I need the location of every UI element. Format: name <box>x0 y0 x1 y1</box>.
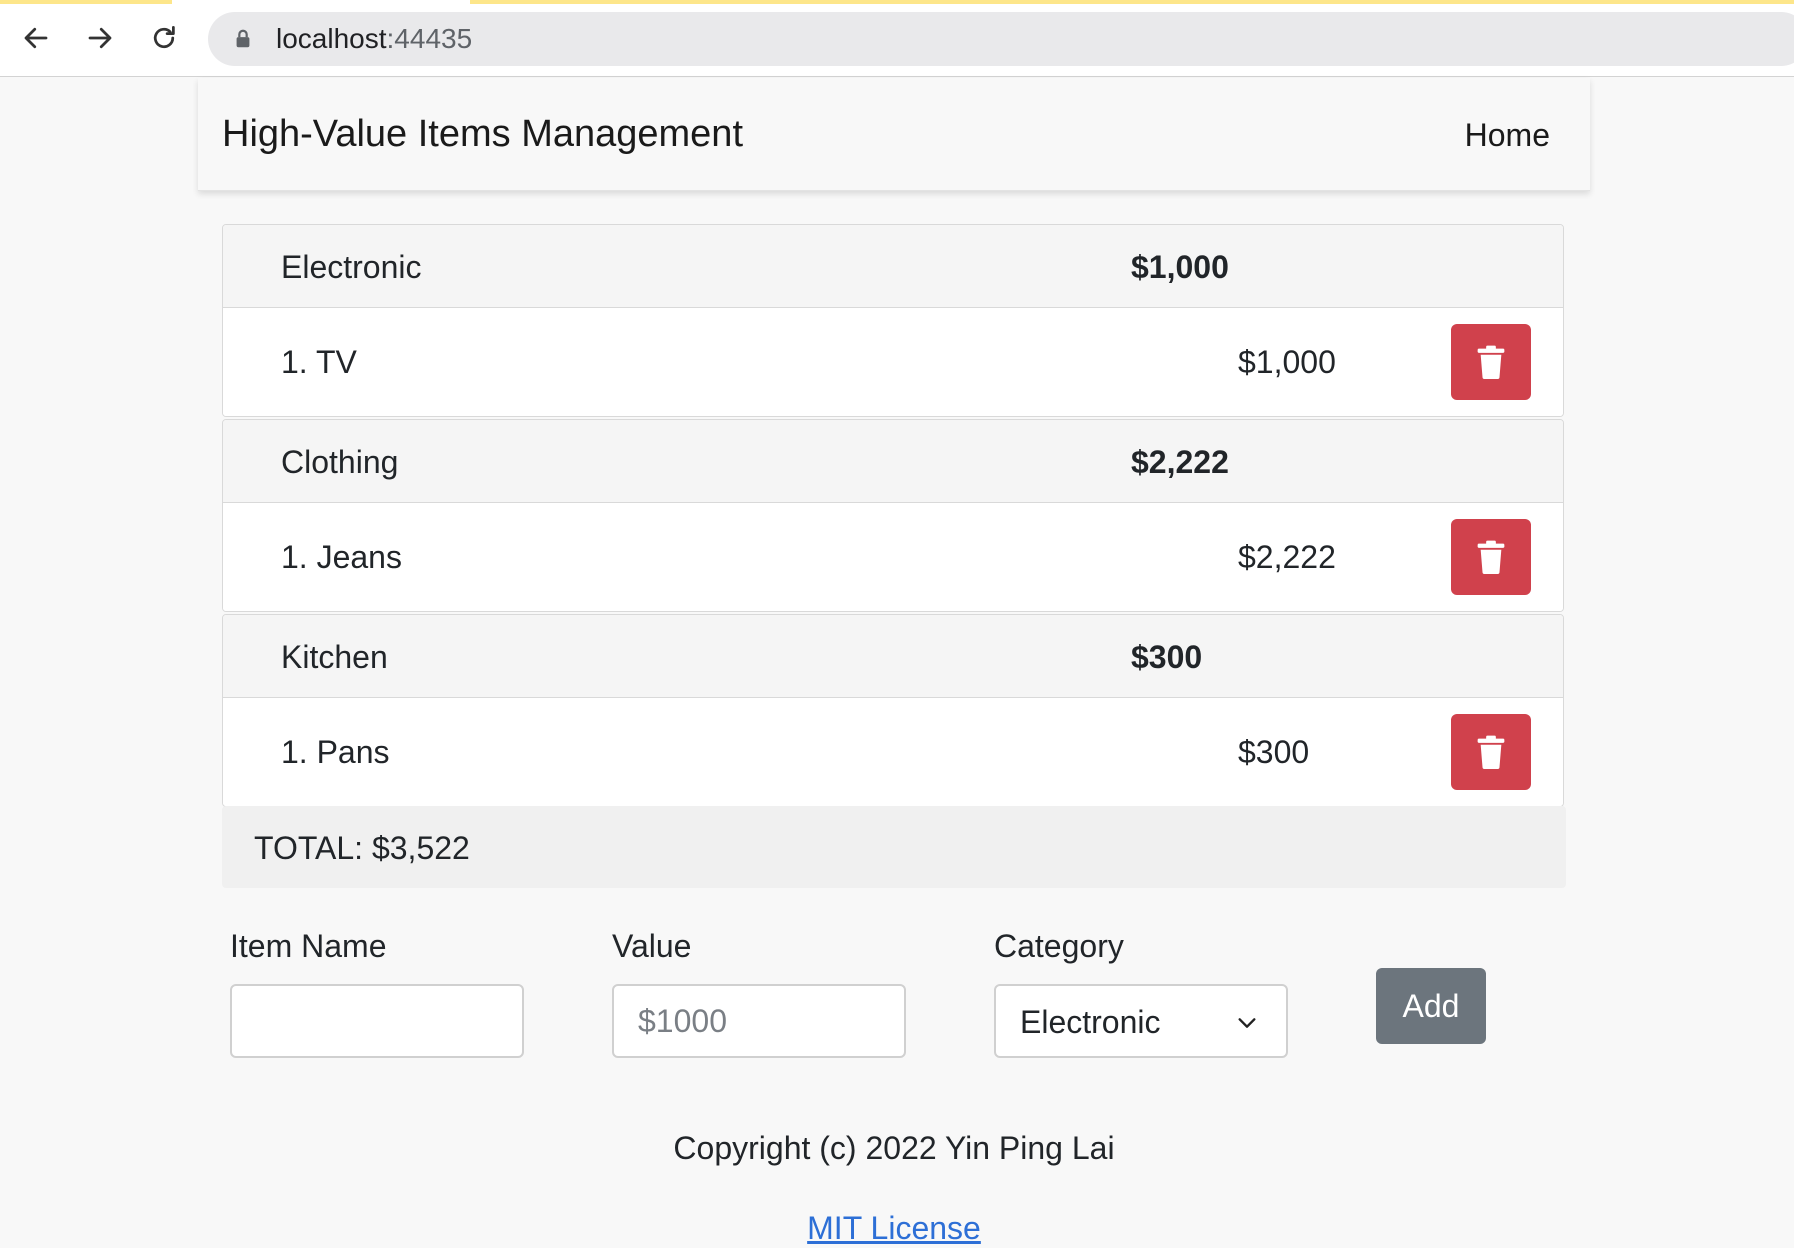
item-value: $300 <box>1238 734 1310 770</box>
mit-license-link[interactable]: MIT License <box>807 1210 981 1246</box>
category-kitchen: Kitchen $300 1. Pans $300 <box>222 614 1564 807</box>
category-name: Clothing <box>281 444 399 480</box>
app-title[interactable]: High-Value Items Management <box>222 112 743 156</box>
browser-toolbar: localhost:44435 <box>0 0 1794 77</box>
category-clothing: Clothing $2,222 1. Jeans $2,222 <box>222 419 1564 612</box>
category-total: $300 <box>1131 639 1203 675</box>
category-header: Kitchen $300 <box>223 615 1563 698</box>
item-name: 1. TV <box>281 344 357 380</box>
category-name: Electronic <box>281 249 422 285</box>
category-label: Category <box>994 928 1124 964</box>
item-row: 1. Jeans $2,222 <box>223 503 1563 611</box>
back-button[interactable] <box>18 20 54 56</box>
add-item-button[interactable]: Add <box>1376 968 1486 1044</box>
trash-icon <box>1477 540 1505 574</box>
category-header: Electronic $1,000 <box>223 225 1563 308</box>
delete-item-button[interactable] <box>1451 714 1531 790</box>
grand-total-bar: TOTAL: $3,522 <box>222 806 1566 888</box>
trash-icon <box>1477 735 1505 769</box>
url-text: localhost:44435 <box>276 25 472 53</box>
item-name-input[interactable] <box>230 984 524 1058</box>
category-select[interactable]: Electronic <box>994 984 1288 1058</box>
category-electronic: Electronic $1,000 1. TV $1,000 <box>222 224 1564 417</box>
address-bar[interactable]: localhost:44435 <box>208 12 1794 66</box>
trash-icon <box>1477 345 1505 379</box>
item-name: 1. Jeans <box>281 539 402 575</box>
tab-strip-accent <box>470 0 1794 4</box>
item-value: $2,222 <box>1238 539 1336 575</box>
active-tab-indicator <box>0 0 172 4</box>
reload-icon <box>153 26 175 49</box>
forward-button[interactable] <box>82 20 118 56</box>
item-name-label: Item Name <box>230 928 387 964</box>
app-navbar: High-Value Items Management Home <box>198 78 1590 191</box>
nav-home-link[interactable]: Home <box>1465 116 1550 154</box>
category-header: Clothing $2,222 <box>223 420 1563 503</box>
delete-item-button[interactable] <box>1451 519 1531 595</box>
arrow-right-icon <box>88 27 112 49</box>
chevron-down-icon <box>1238 1018 1256 1028</box>
copyright-text: Copyright (c) 2022 Yin Ping Lai <box>673 1130 1115 1166</box>
delete-item-button[interactable] <box>1451 324 1531 400</box>
lock-icon <box>236 29 250 48</box>
item-value: $1,000 <box>1238 344 1336 380</box>
value-label: Value <box>612 928 692 964</box>
category-total: $1,000 <box>1131 249 1229 285</box>
grand-total-text: TOTAL: $3,522 <box>254 830 470 866</box>
items-list: Electronic $1,000 1. TV $1,000 Clothing … <box>222 224 1564 809</box>
category-name: Kitchen <box>281 639 388 675</box>
arrow-left-icon <box>24 27 48 49</box>
item-name: 1. Pans <box>281 734 390 770</box>
url-port: :44435 <box>386 23 473 54</box>
item-row: 1. Pans $300 <box>223 698 1563 806</box>
category-total: $2,222 <box>1131 444 1229 480</box>
value-input[interactable] <box>612 984 906 1058</box>
url-host: localhost <box>276 23 387 54</box>
item-row: 1. TV $1,000 <box>223 308 1563 416</box>
category-select-value: Electronic <box>1020 1004 1161 1040</box>
reload-button[interactable] <box>146 20 182 56</box>
license-footer: MIT License <box>0 1210 1788 1246</box>
